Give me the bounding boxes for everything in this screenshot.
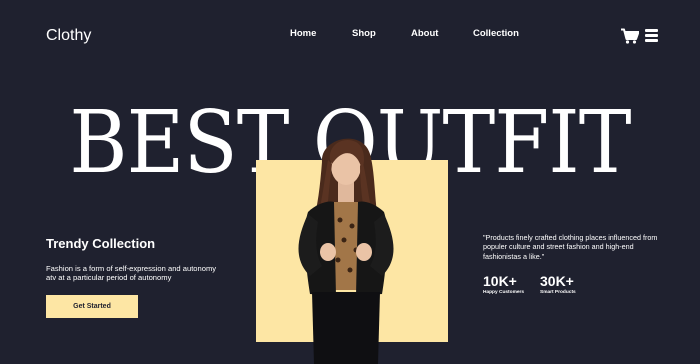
nav-collection[interactable]: Collection (473, 28, 519, 39)
nav-home[interactable]: Home (290, 28, 316, 39)
collection-description: Fashion is a form of self-expression and… (46, 264, 217, 283)
stat-customers-label: Happy Customers (483, 290, 525, 295)
testimonial-quote: "Products finely crafted clothing places… (483, 233, 658, 261)
stat-products-value: 30K+ (540, 273, 574, 289)
model-image (298, 138, 394, 364)
get-started-button[interactable]: Get Started (46, 295, 138, 318)
stat-products-label: Smart Products (540, 290, 576, 295)
nav-about[interactable]: About (411, 28, 438, 39)
stat-customers-value: 10K+ (483, 273, 517, 289)
collection-title: Trendy Collection (46, 236, 156, 251)
cart-icon[interactable] (621, 28, 639, 44)
brand-logo[interactable]: Clothy (46, 27, 91, 45)
menu-icon[interactable] (645, 29, 658, 42)
nav-shop[interactable]: Shop (352, 28, 376, 39)
